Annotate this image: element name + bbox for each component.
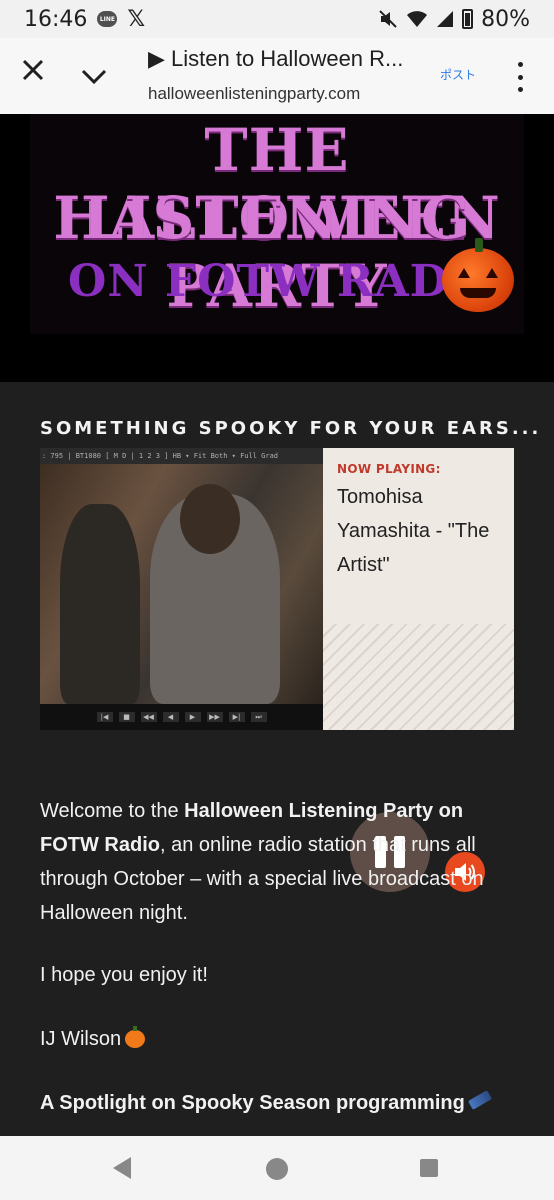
signal-icon — [437, 11, 454, 27]
enjoy-paragraph: I hope you enjoy it! — [40, 964, 208, 986]
minimize-button[interactable] — [80, 56, 116, 92]
recents-icon[interactable] — [420, 1159, 438, 1177]
author-name: IJ Wilson — [40, 1028, 122, 1050]
site-banner: THE HALLOWEEN LISTENING PARTY ON FOTW RA… — [0, 114, 554, 382]
custom-tab-toolbar: ▶ Listen to Halloween R... halloweenlist… — [0, 38, 554, 115]
banner-logo: THE HALLOWEEN LISTENING PARTY ON FOTW RA… — [30, 114, 524, 334]
section-heading: SOMETHING SPOOKY FOR YOUR EARS... — [40, 418, 542, 439]
video-frame — [40, 464, 323, 704]
system-nav-bar — [0, 1136, 554, 1200]
close-icon — [22, 59, 44, 81]
intro-paragraph: Welcome to the Halloween Listening Party… — [40, 800, 484, 924]
video-controls: |◀ ■ ◀◀ ◀ ▶ ▶▶ ▶| ⏭ — [40, 704, 323, 730]
radio-player: : 795 | BT1080 [ M D | 1 2 3 ] HB ▾ Fit … — [40, 448, 514, 892]
page-url: halloweenlisteningparty.com — [148, 84, 361, 103]
close-button[interactable] — [20, 56, 46, 92]
video-thumbnail: : 795 | BT1080 [ M D | 1 2 3 ] HB ▾ Fit … — [40, 448, 323, 730]
now-playing-track: Tomohisa Yamashita - "The Artist" — [337, 486, 490, 576]
signature-paragraph: IJ Wilson — [40, 1022, 146, 1056]
video-toolbar: : 795 | BT1080 [ M D | 1 2 3 ] HB ▾ Fit … — [40, 448, 323, 464]
player-controls-area — [323, 624, 514, 892]
home-icon[interactable] — [266, 1158, 288, 1180]
back-icon[interactable] — [113, 1157, 131, 1179]
now-playing-label: NOW PLAYING: — [337, 462, 441, 476]
jack-o-lantern-icon — [442, 238, 514, 312]
battery-level: 80% — [481, 6, 530, 32]
line-notification-icon: LINE — [97, 11, 118, 27]
spotlight-heading: A Spotlight on Spooky Season programming — [40, 1086, 492, 1120]
battery-icon — [462, 9, 474, 29]
chevron-down-icon — [81, 69, 107, 85]
mute-icon — [379, 10, 397, 28]
flashlight-emoji-icon — [467, 1090, 492, 1110]
status-bar: 16:46 LINE 𝕏 80% — [0, 0, 554, 38]
clock: 16:46 — [24, 6, 88, 32]
x-notification-icon: 𝕏 — [127, 6, 146, 32]
page-title: ▶ Listen to Halloween R... — [148, 46, 404, 71]
more-options-button[interactable] — [510, 62, 530, 92]
now-playing-card: NOW PLAYING: Tomohisa Yamashita - "The A… — [323, 448, 514, 892]
post-button[interactable]: ポスト — [440, 66, 476, 83]
pumpkin-emoji-icon — [125, 1026, 146, 1048]
wifi-icon — [407, 11, 428, 27]
